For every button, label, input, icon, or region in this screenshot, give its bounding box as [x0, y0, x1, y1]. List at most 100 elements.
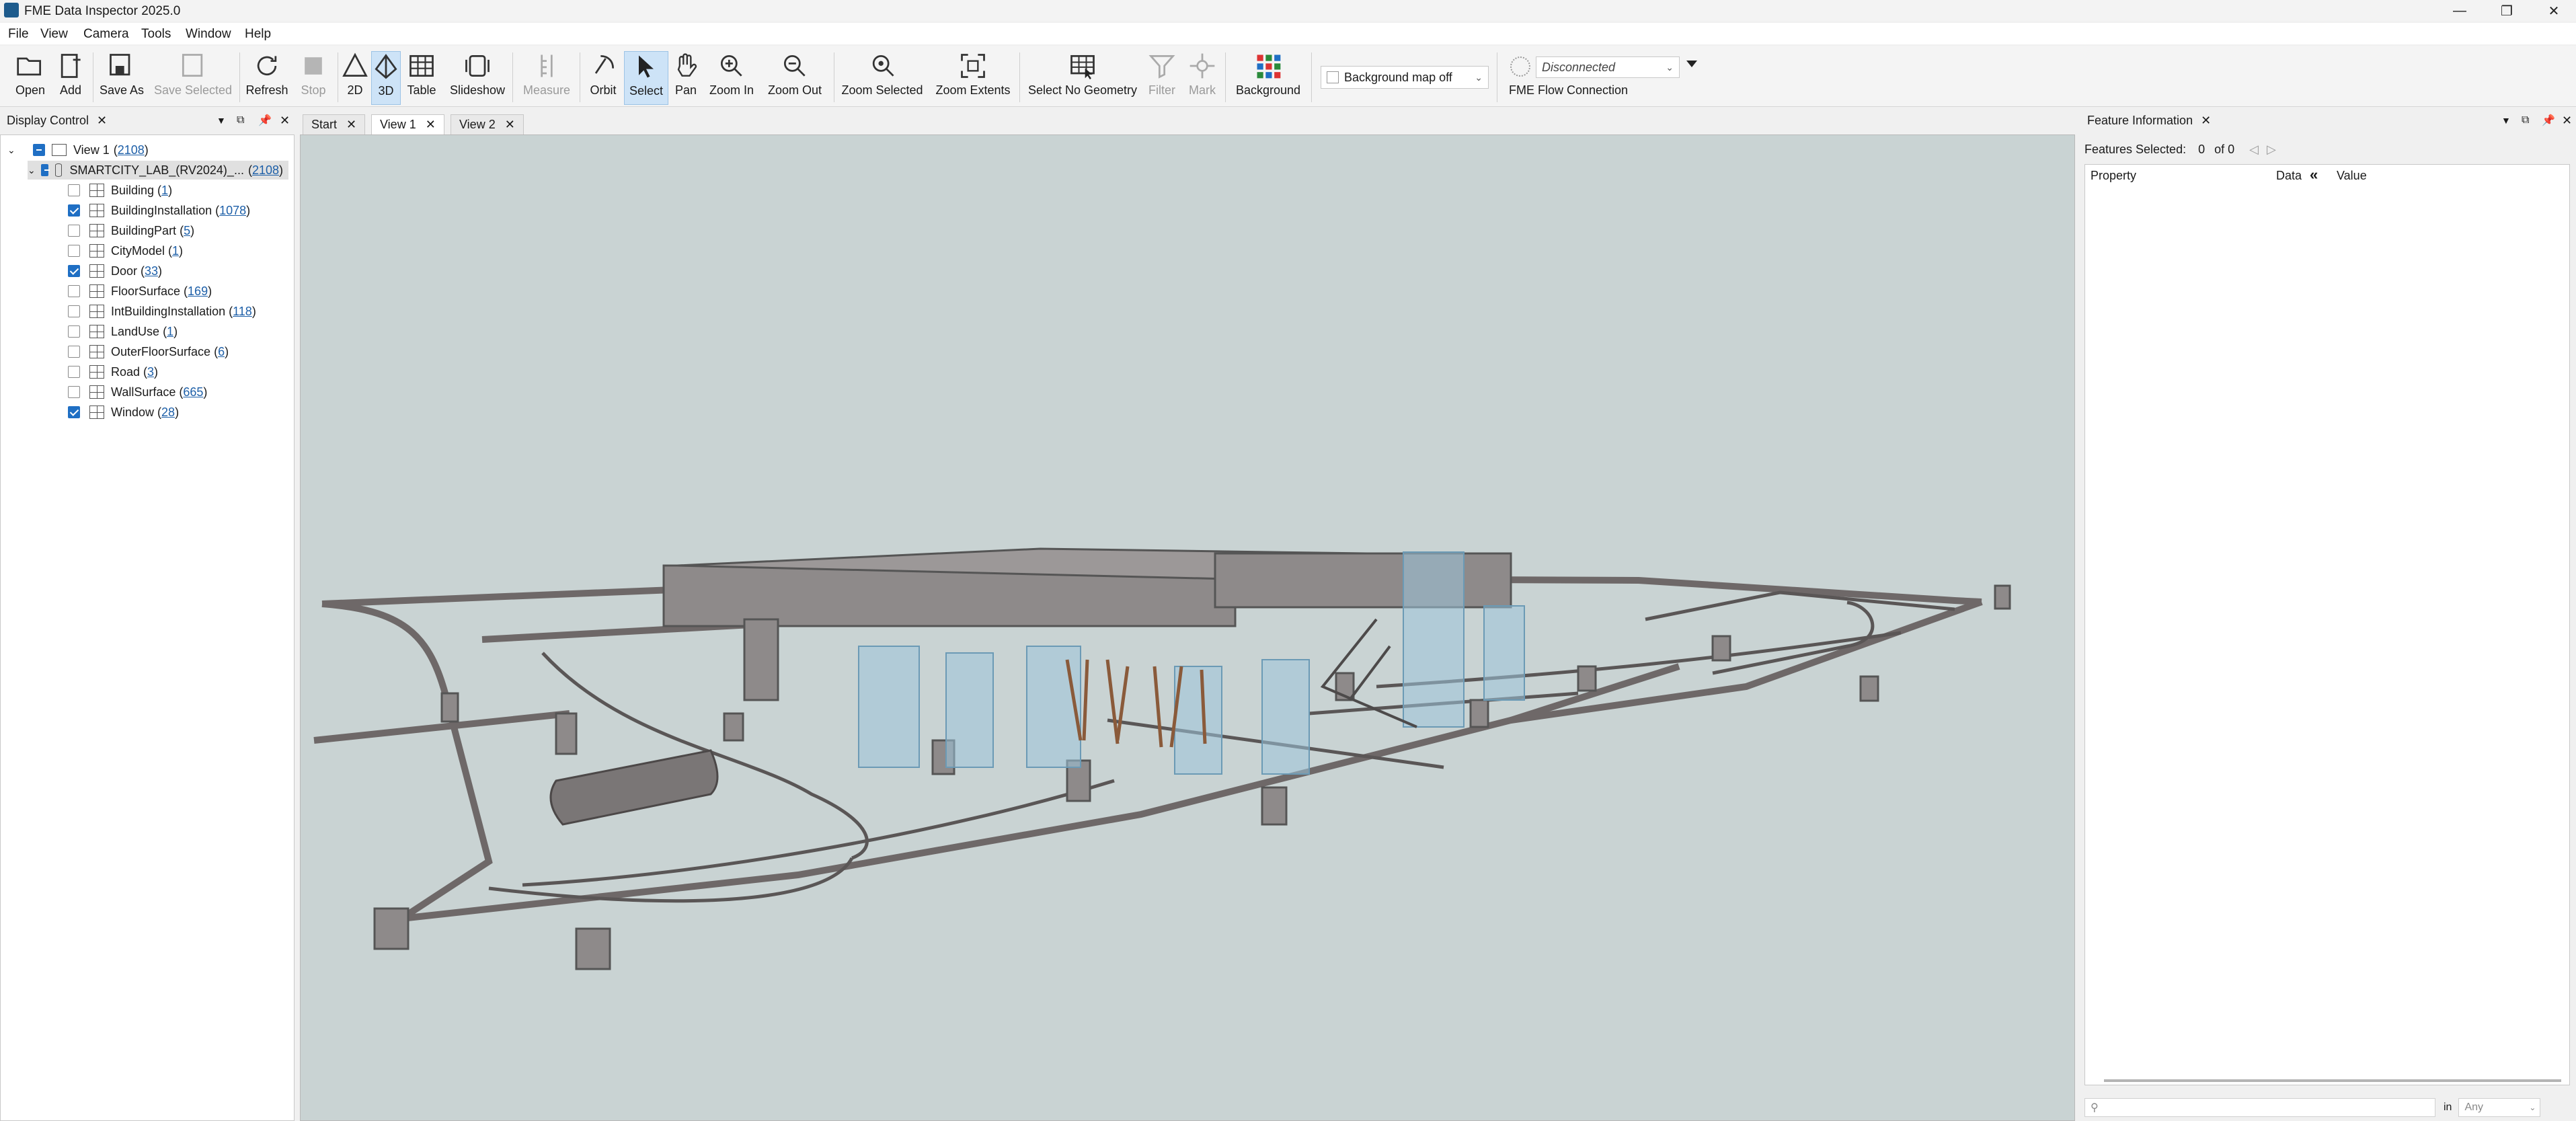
- layer-checkbox[interactable]: [68, 406, 80, 418]
- layer-checkbox[interactable]: [68, 305, 80, 317]
- menu-camera[interactable]: Camera: [83, 27, 129, 42]
- pin-icon[interactable]: 📌: [258, 114, 272, 127]
- select-button[interactable]: Select: [624, 51, 668, 105]
- layer-checkbox[interactable]: [68, 265, 80, 277]
- layer-count[interactable]: 6: [218, 345, 225, 358]
- tab-view-2[interactable]: View 2 ✕: [451, 114, 524, 134]
- close-icon[interactable]: ✕: [426, 118, 436, 132]
- layer-count[interactable]: 5: [184, 224, 190, 237]
- layer-row[interactable]: IntBuildingInstallation (118): [68, 302, 256, 321]
- layer-row[interactable]: WallSurface (665): [68, 383, 207, 401]
- orbit-button[interactable]: Orbit: [584, 51, 623, 104]
- layer-checkbox[interactable]: [68, 225, 80, 237]
- zoom-selected-button[interactable]: Zoom Selected: [841, 51, 924, 104]
- layer-checkbox[interactable]: [68, 184, 80, 196]
- float-panel-icon[interactable]: ⧉: [237, 114, 244, 126]
- save-as-button[interactable]: Save As: [98, 51, 145, 104]
- close-icon[interactable]: ✕: [97, 114, 107, 128]
- chevron-down-icon[interactable]: ⌄: [7, 145, 22, 156]
- col-value[interactable]: Value: [2337, 169, 2367, 183]
- view-count[interactable]: 2108: [118, 143, 145, 157]
- close-panel-icon[interactable]: ✕: [280, 114, 290, 128]
- feature-search-input[interactable]: ⚲: [2084, 1098, 2435, 1117]
- connection-menu-arrow-icon[interactable]: [1686, 61, 1697, 67]
- next-feature-icon[interactable]: ▷: [2267, 143, 2276, 157]
- pin-icon[interactable]: 📌: [2542, 114, 2555, 127]
- close-icon[interactable]: ✕: [346, 118, 356, 132]
- stop-button[interactable]: Stop: [293, 51, 334, 104]
- layer-row[interactable]: BuildingInstallation (1078): [68, 201, 250, 220]
- search-scope-select[interactable]: Any ⌄: [2458, 1098, 2541, 1117]
- layer-row[interactable]: Building (1): [68, 181, 172, 200]
- zoom-out-button[interactable]: Zoom Out: [763, 51, 827, 104]
- layer-checkbox[interactable]: [68, 366, 80, 378]
- tree-dataset-row[interactable]: ⌄ SMARTCITY_LAB_(RV2024)_... (2108): [28, 161, 288, 180]
- add-button[interactable]: Add: [54, 51, 87, 104]
- 2d-button[interactable]: 2D: [342, 51, 368, 104]
- layer-checkbox[interactable]: [68, 204, 80, 217]
- menu-tools[interactable]: Tools: [141, 27, 171, 42]
- dataset-checkbox[interactable]: [41, 164, 50, 176]
- close-panel-icon[interactable]: ✕: [2562, 114, 2572, 128]
- 3d-viewport[interactable]: [300, 134, 2075, 1121]
- layer-row[interactable]: LandUse (1): [68, 322, 178, 341]
- layer-checkbox[interactable]: [68, 325, 80, 338]
- menu-help[interactable]: Help: [245, 27, 271, 42]
- tree-view-row[interactable]: ⌄ View 1 (2108): [7, 141, 149, 159]
- layer-count[interactable]: 3: [147, 365, 154, 379]
- layer-row[interactable]: Door (33): [68, 262, 162, 280]
- pan-button[interactable]: Pan: [670, 51, 702, 104]
- close-icon[interactable]: ✕: [2201, 114, 2211, 128]
- layer-count[interactable]: 1: [172, 244, 179, 258]
- col-data[interactable]: Data: [2276, 169, 2302, 183]
- layer-count[interactable]: 118: [233, 305, 252, 318]
- prev-feature-icon[interactable]: ◁: [2249, 143, 2259, 157]
- zoom-extents-button[interactable]: Zoom Extents: [932, 51, 1014, 104]
- slideshow-button[interactable]: Slideshow: [446, 51, 508, 104]
- col-property[interactable]: Property: [2091, 169, 2136, 183]
- layer-row[interactable]: BuildingPart (5): [68, 221, 194, 240]
- layer-count[interactable]: 28: [161, 405, 175, 419]
- menu-window[interactable]: Window: [186, 27, 231, 42]
- menu-view[interactable]: View: [40, 27, 68, 42]
- layer-count[interactable]: 1078: [219, 204, 246, 217]
- layer-row[interactable]: FloorSurface (169): [68, 282, 212, 301]
- select-no-geometry-button[interactable]: Select No Geometry: [1026, 51, 1139, 104]
- layer-row[interactable]: CityModel (1): [68, 241, 183, 260]
- layer-checkbox[interactable]: [68, 346, 80, 358]
- menu-file[interactable]: File: [8, 27, 29, 42]
- background-map-select[interactable]: Background map off ⌄: [1321, 66, 1489, 89]
- horizontal-scrollbar[interactable]: [2104, 1079, 2561, 1082]
- zoom-in-button[interactable]: Zoom In: [705, 51, 758, 104]
- layer-row[interactable]: OuterFloorSurface (6): [68, 342, 229, 361]
- layer-count[interactable]: 1: [161, 184, 168, 197]
- panel-menu-icon[interactable]: ▼: [217, 115, 226, 126]
- refresh-button[interactable]: Refresh: [243, 51, 290, 104]
- layer-count[interactable]: 1: [167, 325, 173, 338]
- panel-menu-icon[interactable]: ▼: [2501, 115, 2511, 126]
- background-button[interactable]: Background: [1231, 51, 1306, 104]
- layer-count[interactable]: 33: [145, 264, 158, 278]
- 3d-button[interactable]: 3D: [371, 51, 401, 105]
- save-selected-button[interactable]: Save Selected: [151, 51, 235, 104]
- layer-checkbox[interactable]: [68, 285, 80, 297]
- collapse-double-chevron-icon[interactable]: «: [2310, 166, 2318, 184]
- open-button[interactable]: Open: [9, 51, 51, 104]
- layer-count[interactable]: 169: [188, 284, 208, 298]
- layer-checkbox[interactable]: [68, 386, 80, 398]
- close-icon[interactable]: ✕: [505, 118, 515, 132]
- chevron-down-icon[interactable]: ⌄: [28, 165, 36, 176]
- tab-start[interactable]: Start ✕: [303, 114, 366, 134]
- layer-count[interactable]: 665: [183, 385, 203, 399]
- table-button[interactable]: Table: [403, 51, 440, 104]
- mark-button[interactable]: Mark: [1185, 51, 1220, 104]
- filter-button[interactable]: Filter: [1143, 51, 1181, 104]
- measure-button[interactable]: Measure: [519, 51, 574, 104]
- layer-row[interactable]: Road (3): [68, 362, 158, 381]
- float-panel-icon[interactable]: ⧉: [2522, 114, 2529, 126]
- view-checkbox[interactable]: [33, 144, 45, 156]
- connection-status-select[interactable]: Disconnected ⌄: [1536, 56, 1680, 78]
- dataset-count[interactable]: 2108: [252, 163, 279, 177]
- tab-view-1[interactable]: View 1 ✕: [371, 114, 444, 134]
- layer-checkbox[interactable]: [68, 245, 80, 257]
